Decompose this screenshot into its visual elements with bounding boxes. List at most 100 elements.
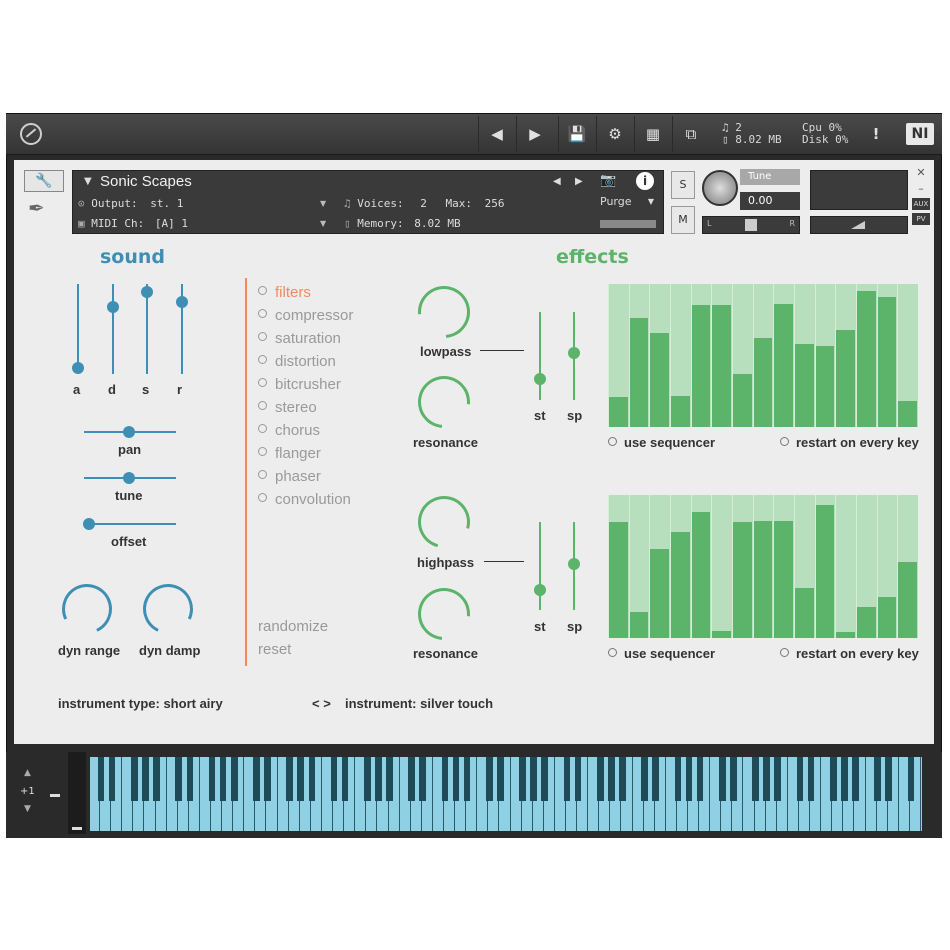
seq2-step-bar[interactable] (815, 505, 835, 638)
seq1-step-bar[interactable] (733, 374, 752, 427)
sequencer-2[interactable] (608, 495, 918, 638)
seq1-step-bar[interactable] (774, 304, 793, 427)
seq1-step-bar[interactable] (857, 291, 876, 427)
seq1-step-bar[interactable] (815, 345, 835, 427)
mute-button[interactable]: M (671, 206, 695, 234)
restart-on-every-key-toggle[interactable]: restart on every key (780, 435, 919, 450)
output-row[interactable]: ⊙ Output: st. 1 (78, 197, 183, 210)
black-key[interactable] (608, 757, 615, 801)
kontakt-logo-icon[interactable] (20, 123, 42, 145)
black-key[interactable] (153, 757, 160, 801)
black-key[interactable] (563, 757, 571, 801)
midi-row[interactable]: ▣ MIDI Ch: [A] 1 (78, 217, 188, 230)
black-key[interactable] (796, 757, 804, 801)
black-key[interactable] (596, 757, 604, 801)
effect-item-stereo[interactable]: stereo (258, 399, 317, 416)
effect-item-convolution[interactable]: convolution (258, 491, 351, 508)
seq1-step-bar[interactable] (650, 332, 669, 427)
black-key[interactable] (286, 757, 293, 801)
reset-button[interactable]: reset (258, 641, 291, 658)
st2-handle[interactable] (534, 584, 546, 596)
black-key[interactable] (907, 757, 915, 801)
volume-slider[interactable] (810, 216, 908, 234)
output-dropdown-icon[interactable]: ▼ (320, 199, 326, 208)
seq2-step-bar[interactable] (857, 606, 876, 638)
seq1-step-bar[interactable] (671, 395, 690, 427)
black-key[interactable] (574, 757, 582, 801)
seq2-step-bar[interactable] (774, 520, 793, 638)
black-key[interactable] (97, 757, 105, 801)
effect-item-flanger[interactable]: flanger (258, 445, 321, 462)
black-key[interactable] (497, 757, 504, 801)
black-key[interactable] (131, 757, 138, 801)
black-key[interactable] (685, 757, 693, 801)
seq2-step-bar[interactable] (629, 612, 649, 638)
info-icon[interactable]: i (636, 172, 654, 190)
seq1-step-bar[interactable] (609, 396, 628, 427)
black-key[interactable] (696, 757, 704, 801)
black-key[interactable] (674, 757, 682, 801)
octave-up-icon[interactable]: ▲ (24, 768, 31, 778)
instrument-selector[interactable]: instrument: silver touch (345, 696, 493, 711)
pitch-wheel[interactable] (50, 794, 60, 797)
black-key[interactable] (441, 757, 449, 801)
black-key[interactable] (386, 757, 393, 801)
minimize-icon[interactable]: – (914, 182, 928, 196)
gear-icon[interactable]: ⚙ (596, 116, 633, 152)
sequencer-1[interactable] (608, 284, 918, 427)
effect-item-bitcrusher[interactable]: bitcrusher (258, 376, 341, 393)
black-key[interactable] (718, 757, 726, 801)
instrument-next-icon[interactable]: ▶ (575, 176, 583, 187)
seq2-step-bar[interactable] (671, 532, 690, 638)
randomize-button[interactable]: randomize (258, 618, 328, 635)
solo-button[interactable]: S (671, 171, 695, 199)
camera-icon[interactable]: 📷 (600, 173, 616, 188)
adsr-s-handle[interactable] (141, 285, 153, 298)
collapse-arrow-icon[interactable]: ▼ (84, 176, 92, 187)
black-key[interactable] (364, 757, 371, 801)
close-icon[interactable]: ✕ (914, 166, 928, 180)
instrument-name[interactable]: Sonic Scapes (100, 173, 192, 190)
black-key[interactable] (408, 757, 416, 801)
black-key[interactable] (730, 757, 737, 801)
effect-item-filters[interactable]: filters (258, 284, 311, 301)
instrument-nav-arrows[interactable]: < > (312, 696, 331, 711)
black-key[interactable] (308, 757, 316, 801)
save-icon[interactable]: 💾 (558, 116, 595, 152)
tune-handle-dot[interactable] (123, 472, 135, 484)
seq1-step-bar[interactable] (898, 401, 917, 427)
seq1-step-bar[interactable] (691, 305, 711, 427)
seq2-step-bar[interactable] (836, 632, 855, 638)
instrument-prev-icon[interactable]: ◀ (553, 176, 561, 187)
sp2-handle[interactable] (568, 558, 580, 570)
use-sequencer-toggle[interactable]: use sequencer (608, 435, 715, 450)
black-key[interactable] (774, 757, 782, 801)
next-icon[interactable]: ▶ (516, 116, 553, 152)
black-key[interactable] (463, 757, 471, 801)
seq2-step-bar[interactable] (733, 522, 752, 638)
octave-down-icon[interactable]: ▼ (24, 804, 31, 814)
black-key[interactable] (807, 757, 815, 801)
mod-wheel[interactable] (68, 752, 86, 834)
seq1-step-bar[interactable] (795, 344, 814, 427)
effect-item-compressor[interactable]: compressor (258, 307, 353, 324)
seq2-step-bar[interactable] (877, 596, 897, 638)
black-key[interactable] (541, 757, 549, 801)
black-key[interactable] (752, 757, 759, 801)
seq2-step-bar[interactable] (795, 587, 814, 638)
black-key[interactable] (330, 757, 338, 801)
seq2-step-bar[interactable] (898, 562, 917, 638)
pan-handle[interactable] (745, 219, 757, 231)
layout-icon[interactable]: ▦ (634, 116, 671, 152)
offset-track[interactable] (84, 523, 176, 525)
prev-icon[interactable]: ◀ (478, 116, 515, 152)
black-key[interactable] (264, 757, 271, 801)
alert-icon[interactable]: ! (858, 116, 894, 152)
st-slider[interactable] (539, 312, 541, 400)
effect-item-phaser[interactable]: phaser (258, 468, 321, 485)
restart-on-every-key2-toggle[interactable]: restart on every key (780, 646, 919, 661)
effect-item-distortion[interactable]: distortion (258, 353, 336, 370)
midi-dropdown-icon[interactable]: ▼ (320, 219, 326, 228)
black-key[interactable] (419, 757, 427, 801)
pan-handle-dot[interactable] (123, 426, 135, 438)
